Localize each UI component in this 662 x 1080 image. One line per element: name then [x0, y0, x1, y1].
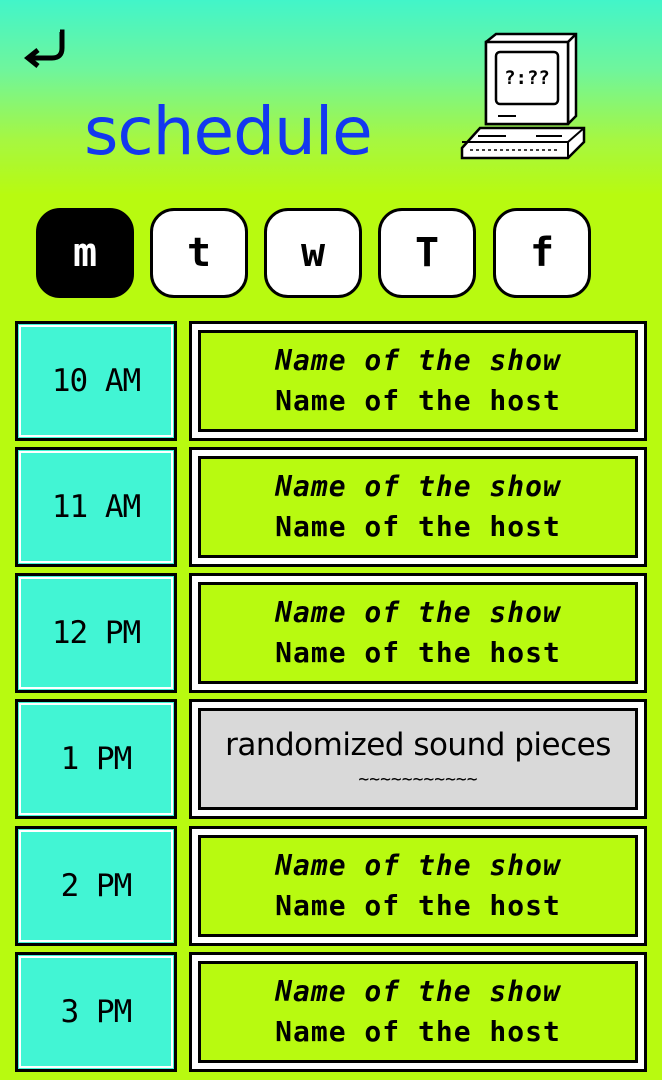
show-name: Name of the show	[275, 344, 561, 377]
show-subtitle: ~~~~~~~~~~~	[358, 769, 478, 790]
schedule-row: 3 PM Name of the show Name of the host	[15, 952, 647, 1072]
show-card: Name of the show Name of the host	[189, 447, 647, 567]
show-name: Name of the show	[275, 975, 561, 1008]
show-name: Name of the show	[275, 596, 561, 629]
host-name: Name of the host	[275, 510, 561, 543]
svg-text:?:??: ?:??	[504, 67, 550, 89]
tab-tuesday[interactable]: t	[150, 208, 248, 298]
show-card-inner[interactable]: Name of the show Name of the host	[198, 835, 638, 937]
time-slot: 2 PM	[15, 826, 177, 946]
host-name: Name of the host	[275, 384, 561, 417]
schedule-row: 2 PM Name of the show Name of the host	[15, 826, 647, 946]
schedule-row: 12 PM Name of the show Name of the host	[15, 573, 647, 693]
tab-thursday[interactable]: T	[378, 208, 476, 298]
show-name: Name of the show	[275, 470, 561, 503]
schedule-row: 1 PM randomized sound pieces ~~~~~~~~~~~	[15, 699, 647, 819]
page-title: schedule	[84, 93, 373, 170]
time-slot: 11 AM	[15, 447, 177, 567]
schedule-row: 11 AM Name of the show Name of the host	[15, 447, 647, 567]
time-slot: 1 PM	[15, 699, 177, 819]
time-slot: 12 PM	[15, 573, 177, 693]
show-card: Name of the show Name of the host	[189, 952, 647, 1072]
tab-monday[interactable]: m	[36, 208, 134, 298]
return-arrow-icon	[23, 29, 65, 68]
day-tabs: m t w T f	[36, 208, 596, 298]
tab-wednesday[interactable]: w	[264, 208, 362, 298]
show-name: Name of the show	[275, 849, 561, 882]
host-name: Name of the host	[275, 1015, 561, 1048]
retro-computer-icon: ?:??	[456, 30, 592, 162]
show-card-inner[interactable]: Name of the show Name of the host	[198, 961, 638, 1063]
show-card-inner[interactable]: Name of the show Name of the host	[198, 330, 638, 432]
show-name: randomized sound pieces	[225, 727, 611, 763]
back-button[interactable]	[22, 26, 70, 72]
show-card: Name of the show Name of the host	[189, 321, 647, 441]
show-card: randomized sound pieces ~~~~~~~~~~~	[189, 699, 647, 819]
time-slot: 10 AM	[15, 321, 177, 441]
show-card: Name of the show Name of the host	[189, 573, 647, 693]
schedule-row: 10 AM Name of the show Name of the host	[15, 321, 647, 441]
show-card: Name of the show Name of the host	[189, 826, 647, 946]
host-name: Name of the host	[275, 636, 561, 669]
show-card-inner[interactable]: Name of the show Name of the host	[198, 582, 638, 684]
time-slot: 3 PM	[15, 952, 177, 1072]
host-name: Name of the host	[275, 889, 561, 922]
show-card-inner[interactable]: Name of the show Name of the host	[198, 456, 638, 558]
tab-friday[interactable]: f	[493, 208, 591, 298]
show-card-inner[interactable]: randomized sound pieces ~~~~~~~~~~~	[198, 708, 638, 810]
